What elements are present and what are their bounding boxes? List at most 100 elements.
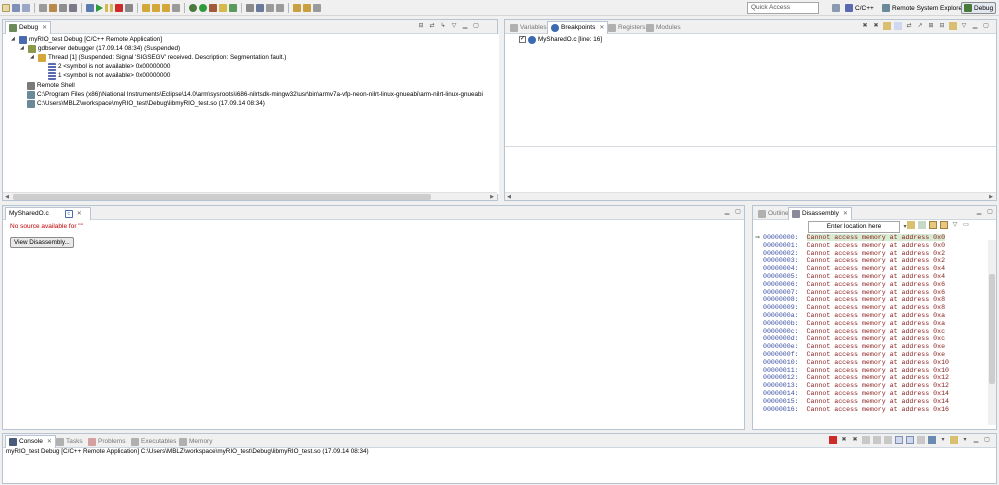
new-class-icon[interactable] bbox=[229, 4, 237, 12]
back-icon[interactable] bbox=[293, 4, 301, 12]
terminate-icon[interactable] bbox=[829, 436, 837, 444]
view-menu-icon[interactable]: ▽ bbox=[951, 221, 959, 229]
remove-all-icon[interactable]: ✖ bbox=[872, 22, 880, 30]
tab-tasks[interactable]: Tasks bbox=[53, 435, 86, 448]
scroll-left-icon[interactable]: ◀ bbox=[3, 193, 11, 201]
disassembly-row[interactable]: 00000013: Cannot access memory at addres… bbox=[763, 382, 949, 390]
disassembly-row[interactable]: 00000006: Cannot access memory at addres… bbox=[763, 281, 945, 289]
expanded-icon[interactable]: ◢ bbox=[30, 53, 36, 62]
disassembly-row[interactable]: 0000000a: Cannot access memory at addres… bbox=[763, 312, 945, 320]
maximize-icon[interactable]: ▢ bbox=[983, 436, 991, 444]
step-over-icon[interactable] bbox=[152, 4, 160, 12]
dropdown-icon[interactable]: ▾ bbox=[961, 436, 969, 444]
scroll-right-icon[interactable]: ▶ bbox=[987, 193, 995, 201]
expanded-icon[interactable]: ◢ bbox=[11, 35, 17, 44]
tree-item-stack-frame[interactable]: 1 <symbol is not available> 0x00000000 bbox=[48, 71, 170, 80]
tab-memory[interactable]: Memory bbox=[176, 435, 215, 448]
close-icon[interactable]: ✕ bbox=[843, 208, 848, 220]
show-supported-icon[interactable] bbox=[883, 22, 891, 30]
search-icon[interactable] bbox=[256, 4, 264, 12]
collapse-all-icon[interactable]: ⊟ bbox=[938, 22, 946, 30]
minimize-icon[interactable]: ▁ bbox=[971, 22, 979, 30]
pin-console-icon[interactable] bbox=[917, 436, 925, 444]
save-all-icon[interactable] bbox=[22, 4, 30, 12]
pin-icon[interactable] bbox=[313, 4, 321, 12]
disassembly-row[interactable]: 00000015: Cannot access memory at addres… bbox=[763, 398, 949, 406]
annotation-prev-icon[interactable] bbox=[276, 4, 284, 12]
suspend-icon[interactable] bbox=[105, 4, 113, 12]
build-config-icon[interactable] bbox=[59, 4, 67, 12]
tree-item-remote-shell[interactable]: Remote Shell bbox=[27, 81, 75, 90]
print-icon[interactable] bbox=[39, 4, 47, 12]
disassembly-row[interactable]: 00000016: Cannot access memory at addres… bbox=[763, 406, 949, 414]
disassembly-row[interactable]: 0000000e: Cannot access memory at addres… bbox=[763, 343, 945, 351]
disassembly-row[interactable]: 0000000f: Cannot access memory at addres… bbox=[763, 351, 945, 359]
disassembly-row[interactable]: 00000005: Cannot access memory at addres… bbox=[763, 273, 945, 281]
tab-mysharedo-c[interactable]: MySharedO.c c ✕ bbox=[5, 207, 91, 220]
disassembly-row[interactable]: 00000003: Cannot access memory at addres… bbox=[763, 257, 945, 265]
scrollbar-thumb[interactable] bbox=[989, 274, 995, 384]
new-project-icon[interactable] bbox=[219, 4, 227, 12]
tab-breakpoints[interactable]: Breakpoints ✕ bbox=[547, 21, 609, 34]
tree-item-process[interactable]: C:\Program Files (x86)\National Instrume… bbox=[27, 90, 483, 99]
open-new-view-icon[interactable]: ▭ bbox=[962, 221, 970, 229]
perspective-remote-system-explorer[interactable]: Remote System Explorer bbox=[882, 2, 964, 14]
breakpoint-item[interactable]: ✓ MySharedO.c [line: 16] bbox=[519, 35, 602, 44]
disassembly-row[interactable]: 0000000b: Cannot access memory at addres… bbox=[763, 320, 945, 328]
scroll-lock-icon[interactable] bbox=[873, 436, 881, 444]
horizontal-scrollbar[interactable]: ◀ ▶ bbox=[3, 192, 497, 200]
disconnect-icon[interactable] bbox=[125, 4, 133, 12]
tree-item-process[interactable]: C:\Users\MBLZ\workspace\myRIO_test\Debug… bbox=[27, 99, 265, 108]
minimize-icon[interactable]: ▁ bbox=[461, 22, 469, 30]
vertical-scrollbar[interactable] bbox=[988, 240, 996, 425]
run-icon[interactable] bbox=[199, 4, 207, 12]
expanded-icon[interactable]: ◢ bbox=[20, 44, 26, 53]
tree-item-thread[interactable]: ◢ Thread [1] (Suspended: Signal 'SIGSEGV… bbox=[30, 53, 286, 62]
tab-registers[interactable]: Registers bbox=[605, 21, 648, 34]
link-with-editor-icon[interactable]: ⇄ bbox=[428, 22, 436, 30]
disassembly-row[interactable]: 00000007: Cannot access memory at addres… bbox=[763, 289, 945, 297]
disassembly-row[interactable]: 00000010: Cannot access memory at addres… bbox=[763, 359, 949, 367]
tab-problems[interactable]: Problems bbox=[85, 435, 128, 448]
clear-console-icon[interactable] bbox=[862, 436, 870, 444]
minimize-icon[interactable]: ▁ bbox=[972, 436, 980, 444]
quick-access-input[interactable]: Quick Access bbox=[747, 2, 819, 14]
disassembly-row[interactable]: 00000001: Cannot access memory at addres… bbox=[763, 242, 945, 250]
minimize-icon[interactable]: ▁ bbox=[975, 208, 983, 216]
tab-variables[interactable]: Variables bbox=[507, 21, 550, 34]
word-wrap-icon[interactable] bbox=[884, 436, 892, 444]
tree-item-stack-frame[interactable]: 2 <symbol is not available> 0x00000000 bbox=[48, 62, 170, 71]
scrollbar-thumb[interactable] bbox=[13, 194, 431, 200]
disassembly-row[interactable]: 00000014: Cannot access memory at addres… bbox=[763, 390, 949, 398]
skip-breakpoints-icon[interactable] bbox=[86, 4, 94, 12]
horizontal-scrollbar[interactable]: ◀ ▶ bbox=[505, 192, 996, 200]
maximize-icon[interactable]: ▢ bbox=[472, 22, 480, 30]
breakpoint-checkbox[interactable]: ✓ bbox=[519, 36, 526, 43]
perspective-cpp[interactable]: C/C++ bbox=[845, 2, 874, 14]
forward-icon[interactable] bbox=[303, 4, 311, 12]
tree-item-debugger[interactable]: ◢ gdbserver debugger (17.09.14 08:34) (S… bbox=[20, 44, 180, 53]
close-icon[interactable]: ✕ bbox=[42, 22, 47, 34]
open-console-icon[interactable] bbox=[950, 436, 958, 444]
scroll-left-icon[interactable]: ◀ bbox=[505, 193, 513, 201]
tab-executables[interactable]: Executables bbox=[128, 435, 179, 448]
show-on-stderr-icon[interactable] bbox=[906, 436, 914, 444]
go-to-address-icon[interactable] bbox=[907, 221, 915, 229]
step-return-icon[interactable] bbox=[162, 4, 170, 12]
show-symbols-icon[interactable] bbox=[940, 221, 948, 229]
maximize-icon[interactable]: ▢ bbox=[982, 22, 990, 30]
tab-disassembly[interactable]: Disassembly ✕ bbox=[788, 207, 852, 220]
dropdown-icon[interactable]: ▾ bbox=[939, 436, 947, 444]
annotation-next-icon[interactable] bbox=[266, 4, 274, 12]
disassembly-row[interactable]: 00000000: Cannot access memory at addres… bbox=[763, 234, 946, 242]
collapse-all-icon[interactable]: ⊟ bbox=[417, 22, 425, 30]
step-into-icon[interactable] bbox=[142, 4, 150, 12]
terminate-icon[interactable] bbox=[115, 4, 123, 12]
instruction-stepping-icon[interactable] bbox=[172, 4, 180, 12]
skip-all-icon[interactable] bbox=[894, 22, 902, 30]
tree-item-launch[interactable]: ◢ myRIO_test Debug [C/C++ Remote Applica… bbox=[11, 35, 162, 44]
view-menu-icon[interactable]: ▽ bbox=[960, 22, 968, 30]
display-selected-console-icon[interactable] bbox=[928, 436, 936, 444]
remove-all-terminated-icon[interactable]: ✖ bbox=[851, 436, 859, 444]
tab-console[interactable]: Console ✕ bbox=[5, 435, 56, 448]
